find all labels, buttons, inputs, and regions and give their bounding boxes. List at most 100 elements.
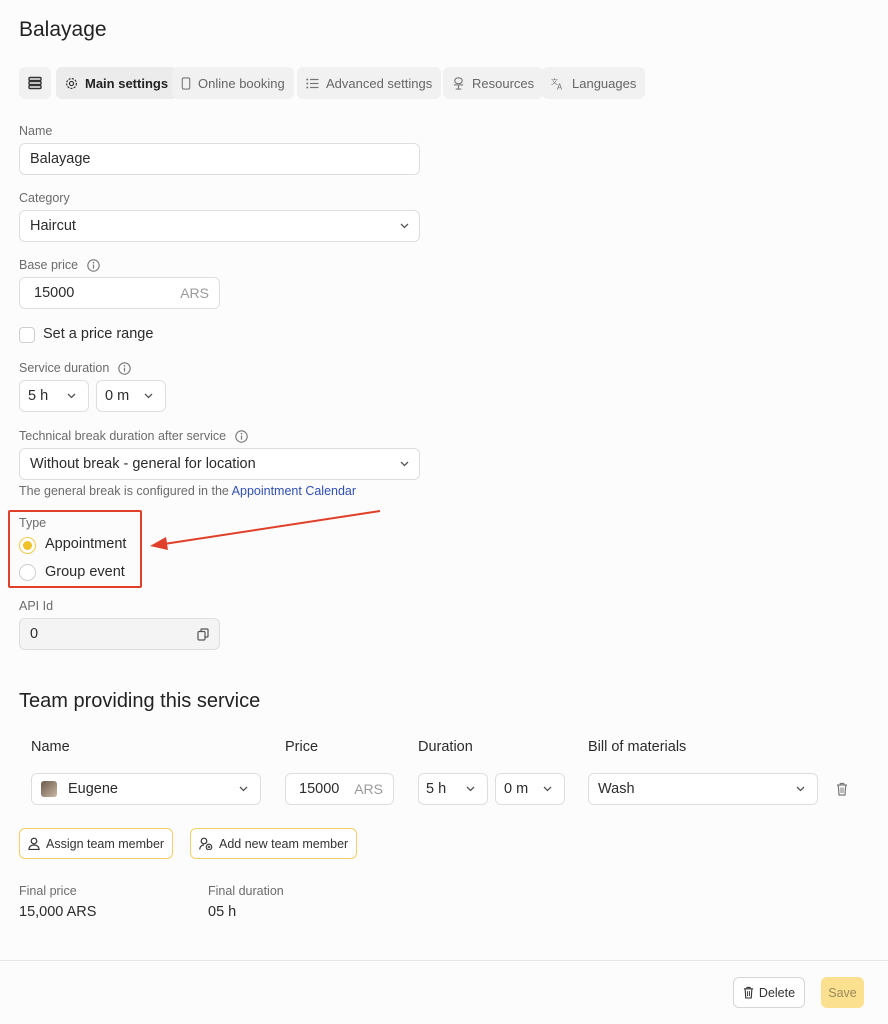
tab-advanced-settings[interactable]: Advanced settings [297, 67, 442, 99]
trash-icon[interactable] [836, 782, 848, 796]
user-add-icon [199, 837, 213, 850]
break-label: Technical break duration after service [19, 429, 248, 443]
price-range-checkbox[interactable] [19, 327, 35, 343]
type-label: Type [19, 516, 47, 530]
chevron-down-icon [239, 786, 248, 792]
break-select[interactable]: Without break - general for location [19, 448, 420, 480]
user-icon [28, 837, 40, 850]
break-value: Without break - general for location [30, 456, 256, 472]
chevron-down-icon [400, 461, 409, 467]
team-duration-minutes-select[interactable]: 0 m [495, 773, 565, 805]
final-duration-label: Final duration [208, 884, 284, 898]
copy-icon[interactable] [197, 627, 209, 641]
base-price-label: Base price [19, 258, 100, 272]
list-icon [306, 78, 319, 88]
chevron-down-icon [543, 786, 552, 792]
currency-suffix: ARS [354, 781, 383, 797]
category-label: Category [19, 191, 70, 205]
tab-online-booking[interactable]: Online booking [172, 67, 294, 99]
team-price-value: 15000 [299, 781, 340, 797]
assign-team-member-label: Assign team member [46, 836, 165, 851]
name-value: Balayage [30, 151, 91, 167]
break-note: The general break is configured in the A… [19, 484, 356, 498]
base-price-label-text: Base price [19, 258, 79, 272]
chevron-down-icon [400, 223, 409, 229]
team-member-name: Eugene [68, 781, 118, 797]
team-col-price: Price [285, 739, 319, 755]
final-price-value: 15,000 ARS [19, 904, 97, 920]
chevron-down-icon [67, 393, 76, 399]
phone-icon [181, 76, 191, 90]
team-price-input[interactable]: 15000 ARS [285, 773, 394, 805]
page-title: Balayage [19, 18, 107, 41]
info-icon[interactable] [118, 362, 131, 375]
tab-languages[interactable]: 文A Languages [542, 67, 646, 99]
assign-team-member-button[interactable]: Assign team member [19, 828, 174, 859]
tab-main-settings[interactable]: Main settings [56, 67, 178, 99]
trash-icon [743, 986, 754, 999]
tab-label: Main settings [85, 75, 169, 91]
api-id-label: API Id [19, 599, 54, 613]
appointment-calendar-link[interactable]: Appointment Calendar [232, 484, 356, 498]
info-icon[interactable] [234, 430, 248, 443]
footer-divider [0, 960, 888, 961]
team-duration-hours-value: 5 h [426, 781, 447, 797]
team-member-select[interactable]: Eugene [31, 773, 261, 805]
bill-of-materials-select[interactable]: Wash [588, 773, 818, 805]
service-duration-label: Service duration [19, 361, 131, 375]
delete-label: Delete [758, 985, 796, 1000]
svg-text:A: A [557, 82, 563, 90]
annotation-arrow [150, 510, 381, 550]
tab-label: Online booking [198, 75, 285, 91]
type-group-event-radio[interactable] [19, 564, 36, 581]
stack-icon [28, 76, 42, 90]
translate-icon: 文A [551, 77, 563, 90]
duration-hours-select[interactable]: 5 h [19, 380, 89, 412]
currency-suffix: ARS [180, 285, 209, 301]
chevron-down-icon [466, 786, 475, 792]
team-duration-hours-select[interactable]: 5 h [418, 773, 488, 805]
duration-minutes-value: 0 m [105, 388, 130, 404]
duration-hours-value: 5 h [28, 388, 49, 404]
add-new-team-member-button[interactable]: Add new team member [190, 828, 358, 859]
type-group-event-label: Group event [45, 564, 125, 580]
gear-icon [65, 77, 78, 89]
chevron-down-icon [796, 786, 805, 792]
api-id-field: 0 [19, 618, 220, 650]
delete-button[interactable]: Delete [733, 977, 805, 1008]
chevron-down-icon [144, 393, 153, 399]
chair-icon [453, 76, 464, 90]
tab-label: Advanced settings [326, 75, 433, 91]
team-col-bill-of-materials: Bill of materials [588, 739, 687, 755]
menu-toggle-button[interactable] [19, 67, 51, 99]
final-price-label: Final price [19, 884, 77, 898]
bill-of-materials-value: Wash [598, 781, 635, 797]
info-icon[interactable] [86, 259, 100, 272]
name-label: Name [19, 124, 53, 138]
break-note-text: The general break is configured in the [19, 484, 229, 498]
price-range-label: Set a price range [43, 326, 154, 342]
api-id-value: 0 [30, 626, 39, 642]
team-duration-minutes-value: 0 m [504, 781, 529, 797]
type-appointment-label: Appointment [45, 536, 127, 552]
service-duration-label-text: Service duration [19, 361, 110, 375]
category-value: Haircut [30, 218, 76, 234]
category-select[interactable]: Haircut [19, 210, 420, 242]
tab-resources[interactable]: Resources [443, 67, 544, 99]
avatar [41, 781, 57, 797]
name-input[interactable]: Balayage [19, 143, 420, 175]
tab-label: Resources [472, 75, 535, 91]
break-label-text: Technical break duration after service [19, 429, 227, 443]
type-appointment-radio[interactable] [19, 537, 36, 554]
save-label: Save [828, 985, 857, 1000]
add-new-team-member-label: Add new team member [219, 836, 349, 851]
base-price-input[interactable]: 15000 ARS [19, 277, 220, 309]
team-col-name: Name [31, 739, 70, 755]
team-section-title: Team providing this service [19, 690, 261, 712]
tab-label: Languages [572, 75, 637, 91]
duration-minutes-select[interactable]: 0 m [96, 380, 166, 412]
save-button[interactable]: Save [821, 977, 864, 1008]
base-price-value: 15000 [34, 285, 75, 301]
final-duration-value: 05 h [208, 904, 237, 920]
team-col-duration: Duration [418, 739, 473, 755]
